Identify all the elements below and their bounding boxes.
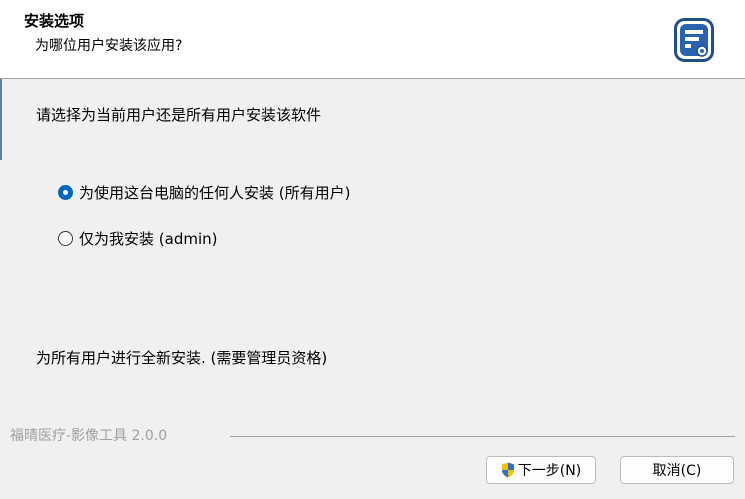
radio-button-checked[interactable] xyxy=(58,184,73,200)
page-title: 安装选项 xyxy=(24,12,85,30)
next-button[interactable]: 下一步(N) xyxy=(486,456,596,484)
page-subtitle: 为哪位用户安装该应用? xyxy=(35,38,183,54)
install-scope-prompt: 请选择为当前用户还是所有用户安装该软件 xyxy=(36,106,322,124)
cancel-button[interactable]: 取消(C) xyxy=(620,456,734,484)
radio-current-user-label: 仅为我安装 (admin) xyxy=(79,229,218,248)
cancel-button-label: 取消(C) xyxy=(652,463,702,479)
radio-all-users-label: 为使用这台电脑的任何人安装 (所有用户) xyxy=(79,183,351,202)
install-status-text: 为所有用户进行全新安装. (需要管理员资格) xyxy=(36,349,328,367)
installer-app-icon xyxy=(674,18,714,62)
uac-shield-icon xyxy=(501,462,514,478)
footer-divider xyxy=(230,436,735,437)
radio-current-user[interactable]: 仅为我安装 (admin) xyxy=(58,227,217,249)
next-button-label: 下一步(N) xyxy=(517,463,582,479)
radio-all-users[interactable]: 为使用这台电脑的任何人安装 (所有用户) xyxy=(58,181,350,203)
brand-label: 福晴医疗-影像工具 2.0.0 xyxy=(10,425,174,445)
radio-button-unchecked[interactable] xyxy=(58,230,73,246)
wizard-header: 安装选项 为哪位用户安装该应用? xyxy=(0,0,745,79)
